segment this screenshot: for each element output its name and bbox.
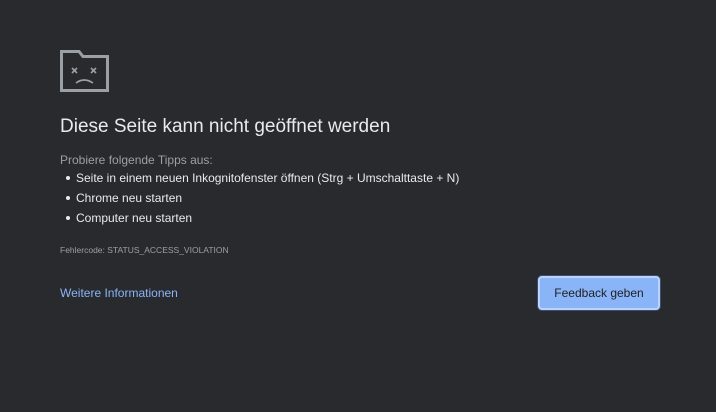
more-info-link[interactable]: Weitere Informationen bbox=[60, 286, 178, 300]
tip-item: Chrome neu starten bbox=[60, 190, 459, 210]
error-code: Fehlercode: STATUS_ACCESS_VIOLATION bbox=[60, 245, 229, 255]
tips-intro: Probiere folgende Tipps aus: bbox=[60, 153, 213, 167]
sad-tab-icon bbox=[60, 50, 109, 92]
tips-list: Seite in einem neuen Inkognitofenster öf… bbox=[60, 170, 459, 230]
page-title: Diese Seite kann nicht geöffnet werden bbox=[60, 116, 391, 137]
error-page: Diese Seite kann nicht geöffnet werden P… bbox=[0, 0, 716, 412]
feedback-button[interactable]: Feedback geben bbox=[538, 276, 660, 310]
tip-item: Computer neu starten bbox=[60, 210, 459, 230]
tip-item: Seite in einem neuen Inkognitofenster öf… bbox=[60, 170, 459, 190]
